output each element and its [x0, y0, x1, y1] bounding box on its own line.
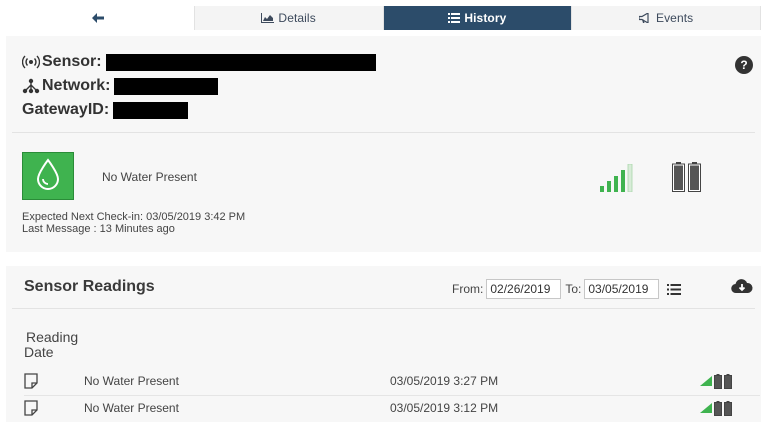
sensor-overview-panel: Sensor: Network: GatewayID: ? No Water P… — [6, 36, 761, 252]
network-label: Network: — [42, 77, 111, 94]
tab-events[interactable]: Events — [572, 6, 761, 30]
gateway-label: GatewayID: — [22, 101, 110, 118]
help-icon[interactable]: ? — [735, 56, 753, 74]
redacted-gateway-id — [113, 101, 189, 119]
note-icon — [24, 400, 84, 416]
divider — [12, 308, 755, 309]
last-message: Last Message : 13 Minutes ago — [22, 223, 175, 235]
network-row: Network: — [22, 74, 376, 98]
from-date-input[interactable] — [486, 279, 562, 299]
tab-back[interactable] — [6, 6, 195, 30]
sensor-readings-panel: Sensor Readings From: To: Reading Date N… — [6, 266, 761, 422]
sensor-row: Sensor: — [22, 50, 376, 74]
note-icon — [24, 373, 84, 389]
bullhorn-icon — [638, 13, 652, 23]
cloud-download-icon[interactable] — [731, 278, 753, 299]
water-status-tile — [22, 152, 74, 200]
reading-message: No Water Present — [84, 374, 179, 388]
signal-strength-icon — [600, 163, 636, 197]
tab-label: History — [464, 11, 507, 25]
column-header-reading-date: Reading Date — [24, 330, 78, 360]
sensor-label: Sensor: — [42, 53, 102, 70]
from-label: From: — [452, 282, 484, 296]
table-row[interactable]: No Water Present 03/05/2019 3:12 PM — [24, 396, 760, 420]
table-row[interactable]: No Water Present 03/05/2019 3:27 PM — [24, 369, 760, 393]
to-label: To: — [565, 282, 582, 296]
checkin-info: Expected Next Check-in: 03/05/2019 3:42 … — [22, 211, 245, 235]
list-icon — [448, 13, 461, 23]
expected-checkin: Expected Next Check-in: 03/05/2019 3:42 … — [22, 211, 246, 223]
sensor-info: Sensor: Network: GatewayID: — [22, 50, 376, 122]
area-chart-icon — [261, 13, 275, 23]
tab-history[interactable]: History — [383, 6, 573, 30]
reading-message: No Water Present — [84, 401, 179, 415]
redacted-network-name — [114, 77, 219, 95]
divider — [12, 132, 755, 133]
tab-details[interactable]: Details — [195, 6, 384, 30]
water-drop-icon — [35, 157, 61, 195]
battery-icon — [672, 162, 701, 192]
status-text: No Water Present — [102, 170, 197, 184]
reading-date: 03/05/2019 3:12 PM — [390, 401, 499, 415]
column-header-line1: Reading — [26, 329, 79, 345]
redacted-sensor-name — [105, 53, 376, 71]
to-date-input[interactable] — [584, 279, 660, 299]
tab-bar: Details History Events — [6, 6, 761, 30]
list-view-icon[interactable] — [667, 283, 682, 295]
tab-label: Details — [278, 11, 316, 25]
wireless-signal-icon — [22, 55, 42, 69]
network-icon — [22, 78, 42, 94]
column-header-line2: Date — [24, 344, 54, 360]
tab-label: Events — [655, 11, 694, 25]
readings-title: Sensor Readings — [24, 278, 155, 295]
reading-date: 03/05/2019 3:27 PM — [390, 374, 499, 388]
date-range: From: To: — [452, 279, 682, 299]
signal-battery-icon — [700, 400, 732, 416]
gateway-row: GatewayID: — [22, 98, 376, 122]
back-arrow-icon — [91, 13, 104, 23]
signal-battery-icon — [700, 373, 732, 389]
